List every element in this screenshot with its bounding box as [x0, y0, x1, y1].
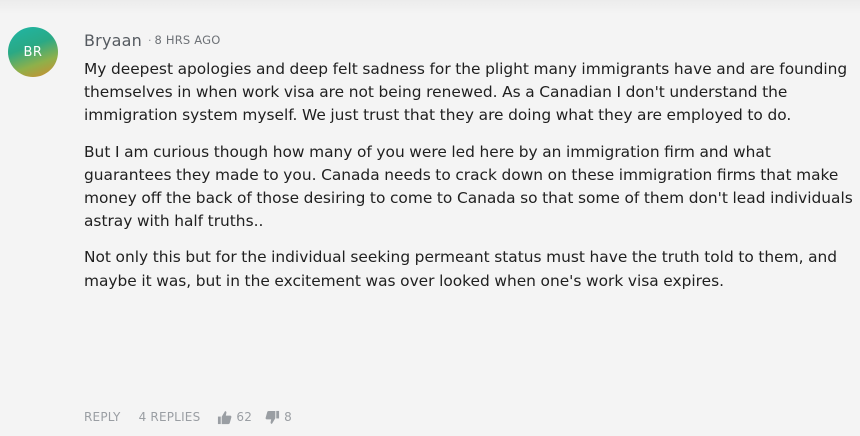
comment-actions: REPLY 4 REPLIES 62 8 [84, 406, 292, 428]
separator-dot: · [147, 33, 152, 47]
comment-header: Bryaan · 8 HRS AGO [84, 26, 854, 54]
comment-paragraph-2: But I am curious though how many of you … [84, 142, 853, 231]
reply-button[interactable]: REPLY [84, 410, 121, 424]
comment-body: Bryaan · 8 HRS AGO My deepest apologies … [84, 26, 854, 293]
timestamp: 8 HRS AGO [154, 33, 221, 47]
view-replies-button[interactable]: 4 REPLIES [139, 410, 201, 424]
comment-paragraph-3: Not only this but for the individual see… [84, 248, 838, 290]
downvote-button[interactable]: 8 [265, 410, 292, 425]
comment: BR Bryaan · 8 HRS AGO My deepest apologi… [0, 0, 860, 436]
upvote-button[interactable]: 62 [217, 410, 252, 425]
comment-paragraph-1: My deepest apologies and deep felt sadne… [84, 60, 848, 125]
upvote-count: 62 [236, 410, 253, 424]
thumbs-down-icon [265, 410, 280, 425]
avatar[interactable]: BR [8, 27, 58, 77]
thumbs-up-icon [217, 410, 232, 425]
avatar-initials: BR [23, 44, 43, 60]
downvote-count: 8 [284, 410, 292, 424]
author-name[interactable]: Bryaan [84, 31, 142, 50]
